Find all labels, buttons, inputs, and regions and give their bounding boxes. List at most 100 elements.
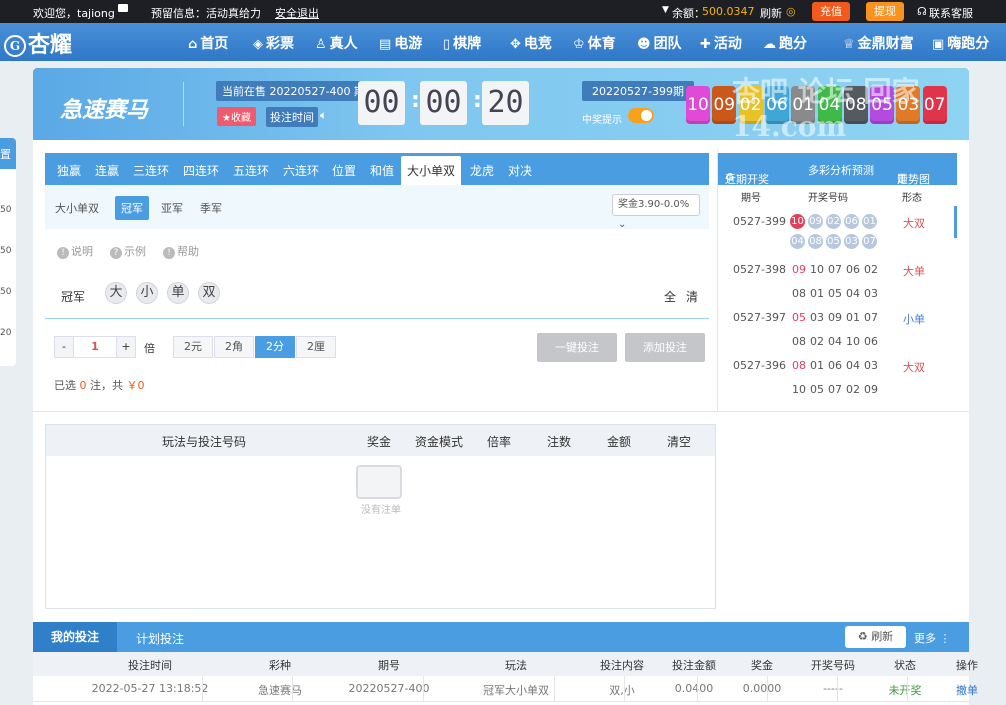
- tab-play-0[interactable]: 独赢: [57, 162, 81, 179]
- mute-icon[interactable]: 🔈︎: [320, 108, 327, 123]
- tab-play-7[interactable]: 和值: [370, 162, 394, 179]
- nav-item-7[interactable]: ☻ 团队: [637, 33, 682, 53]
- logout-link[interactable]: 安全退出: [275, 5, 319, 21]
- nav-item-9[interactable]: ☁ 跑分: [763, 33, 807, 53]
- tab-play-9[interactable]: 龙虎: [470, 162, 494, 179]
- multiplier-minus[interactable]: -: [54, 336, 74, 358]
- game-banner: 急速赛马 当前在售 20220527-400 期 ★收藏 投注时间 🔈︎ 00 …: [33, 68, 969, 140]
- subtab-champion[interactable]: 冠军: [115, 196, 149, 220]
- refresh-link[interactable]: 刷新: [760, 5, 782, 21]
- select-all-button[interactable]: 全: [664, 288, 676, 305]
- bet-list: 玩法与投注号码 奖金 资金模式 倍率 注数 金额 清空 没有注单: [45, 424, 716, 609]
- scrollbar[interactable]: [954, 206, 957, 238]
- subtab-third[interactable]: 季军: [200, 200, 222, 216]
- unit-yuan[interactable]: 2元: [173, 336, 213, 358]
- tab-play-3[interactable]: 四连环: [183, 162, 219, 179]
- tab-play-5[interactable]: 六连环: [283, 162, 319, 179]
- draw-number: 01: [810, 287, 824, 300]
- unit-jiao[interactable]: 2角: [214, 336, 254, 358]
- team-icon: ☻: [637, 37, 651, 52]
- draw-number: 05: [810, 383, 824, 396]
- nav-item-11[interactable]: ▣ 嗨跑分: [932, 33, 989, 53]
- history-col: 开奖号码: [811, 659, 855, 672]
- tab-plan-bets[interactable]: 计划投注: [136, 630, 184, 647]
- col-mode: 资金模式: [415, 435, 464, 449]
- help-example[interactable]: ? 示例: [110, 243, 146, 259]
- history-col: 奖金: [751, 659, 773, 672]
- col-numbers: 开奖号码: [808, 193, 848, 204]
- nav-item-6[interactable]: ♔ 体育: [573, 33, 616, 53]
- multiplier-input[interactable]: 1: [73, 336, 117, 358]
- clear-all-button[interactable]: 清空: [667, 433, 691, 450]
- tab-play-1[interactable]: 连赢: [95, 162, 119, 179]
- nav-item-8[interactable]: ✚ 活动: [700, 33, 742, 53]
- result-ball: 04: [817, 86, 842, 124]
- pick-big[interactable]: 大: [105, 282, 127, 304]
- nav-item-0[interactable]: ⌂ 首页: [188, 33, 228, 53]
- mail-icon[interactable]: [118, 4, 128, 12]
- add-bet-button[interactable]: 添加投注: [625, 333, 705, 362]
- countdown-colon: :: [473, 88, 482, 113]
- cancel-bet-link[interactable]: 撤单: [956, 682, 978, 698]
- tab-play-6[interactable]: 位置: [332, 162, 356, 179]
- nav-item-label: 体育: [587, 36, 616, 52]
- eye-off-icon[interactable]: ◎: [786, 5, 796, 18]
- quick-bet-button[interactable]: 一键投注: [537, 333, 617, 362]
- bonus-select[interactable]: 奖金3.90-0.0% ⌄: [612, 194, 700, 230]
- multiplier-plus[interactable]: +: [116, 336, 136, 358]
- unit-fen[interactable]: 2分: [255, 336, 295, 358]
- more-icon: ⋮: [939, 632, 951, 645]
- nav-item-3[interactable]: ▤ 电游: [379, 33, 422, 53]
- chevron-down-icon[interactable]: ▼: [662, 5, 669, 15]
- divider: [767, 676, 768, 702]
- draw-number: 06: [846, 263, 860, 276]
- logo[interactable]: G 杏耀: [4, 27, 72, 59]
- nav-item-4[interactable]: ▯ 棋牌: [443, 33, 481, 53]
- pick-even[interactable]: 双: [198, 282, 220, 304]
- win-tip-toggle[interactable]: [628, 108, 654, 123]
- draw-number: 09: [792, 263, 806, 276]
- chart-icon: ▥: [897, 171, 908, 184]
- recharge-button[interactable]: 充值: [812, 2, 850, 21]
- favorite-button[interactable]: ★收藏: [217, 107, 256, 126]
- tab-play-4[interactable]: 五连环: [233, 162, 269, 179]
- gift-icon: ✚: [700, 37, 711, 52]
- tab-my-bets[interactable]: 我的投注: [33, 622, 117, 652]
- clear-button[interactable]: 清: [686, 288, 698, 305]
- result-ball: 02: [738, 86, 763, 124]
- subtab-second[interactable]: 亚军: [161, 200, 183, 216]
- col-rate: 倍率: [487, 435, 512, 449]
- side-tab[interactable]: 置: [0, 138, 16, 169]
- tab-play-2[interactable]: 三连环: [133, 162, 169, 179]
- divider: [423, 676, 424, 702]
- refresh-button[interactable]: ♻ 刷新: [845, 626, 906, 648]
- draw-number: 01: [846, 311, 860, 324]
- help-explain[interactable]: ! 说明: [57, 243, 93, 259]
- nav-item-10[interactable]: ♕ 金鼎财富: [843, 33, 914, 53]
- countdown-colon: :: [411, 88, 420, 113]
- multiplier-label: 倍: [144, 342, 155, 355]
- side-value: 50: [0, 246, 12, 256]
- analysis-link[interactable]: 多彩分析预测: [808, 162, 874, 178]
- pick-small[interactable]: 小: [136, 282, 158, 304]
- person-icon: ♙: [315, 37, 327, 52]
- customer-service-link[interactable]: 联系客服: [929, 5, 973, 21]
- balance-value: 500.0347: [702, 5, 755, 18]
- withdraw-button[interactable]: 提现: [866, 2, 904, 21]
- draw-number: 09: [828, 311, 842, 324]
- help-help[interactable]: ! 帮助: [163, 243, 199, 259]
- tab-play-10[interactable]: 对决: [508, 162, 532, 179]
- unit-li[interactable]: 2厘: [296, 336, 336, 358]
- nav-item-label: 嗨跑分: [947, 36, 990, 52]
- nav-item-2[interactable]: ♙ 真人: [315, 33, 358, 53]
- history-cell: 双,小: [609, 684, 635, 697]
- pick-odd[interactable]: 单: [167, 282, 189, 304]
- crown-icon: ♕: [843, 37, 855, 52]
- result-ball: 05: [870, 86, 895, 124]
- bet-time-button[interactable]: 投注时间: [266, 107, 318, 127]
- nav-item-1[interactable]: ◈ 彩票: [253, 33, 294, 53]
- tab-play-8[interactable]: 大小单双: [401, 156, 462, 185]
- previous-issue: 20220527-399期: [582, 81, 694, 101]
- more-link[interactable]: 更多 ⋮: [914, 630, 951, 646]
- nav-item-5[interactable]: ✥ 电竞: [510, 33, 552, 53]
